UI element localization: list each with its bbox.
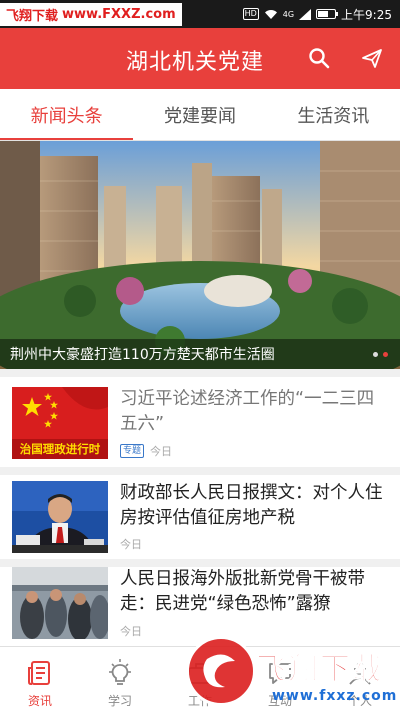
topic-badge: 专题 bbox=[120, 444, 145, 458]
banner-caption: 荆州中大豪盛打造110万方楚天都市生活圈 bbox=[10, 347, 275, 363]
news-title: 习近平论述经济工作的“一二三四五六” bbox=[120, 389, 375, 434]
watermark-url: www.FXXZ.com bbox=[62, 7, 176, 22]
watermark-logo-mark bbox=[186, 636, 256, 706]
banner-carousel[interactable]: 荆州中大豪盛打造110万方楚天都市生活圈 bbox=[0, 141, 400, 369]
news-thumbnail bbox=[12, 567, 108, 639]
news-time: 今日 bbox=[120, 625, 142, 638]
category-tabs: 新闻头条 党建要闻 生活资讯 bbox=[0, 89, 400, 141]
search-button[interactable] bbox=[305, 44, 333, 72]
network-label: 4G bbox=[282, 9, 295, 19]
share-button[interactable] bbox=[358, 44, 386, 72]
hd-icon: HD bbox=[242, 8, 259, 20]
news-title: 人民日报海外版批新党骨干被带走：民进党“绿色恐怖”露獠 bbox=[120, 569, 365, 614]
news-meta: 专题 今日 bbox=[120, 443, 172, 459]
news-icon bbox=[28, 661, 50, 685]
news-title: 财政部长人民日报撰文：对个人住房按评估值征房地产税 bbox=[120, 483, 383, 528]
battery-icon bbox=[316, 9, 339, 19]
signal-icon bbox=[299, 8, 312, 20]
watermark-logo: 飞翔下载 www.fxxz.com bbox=[186, 632, 400, 712]
thumbnail-label: 治国理政进行时 bbox=[19, 442, 101, 456]
nav-label: 资讯 bbox=[27, 694, 52, 708]
status-bar: 飞翔下载 www.FXXZ.com HD 4G 上午9:25 bbox=[0, 0, 400, 28]
news-meta: 今日 bbox=[120, 623, 142, 639]
nav-label: 学习 bbox=[107, 694, 132, 708]
news-time: 今日 bbox=[150, 445, 173, 458]
news-item[interactable]: 治国理政进行时 习近平论述经济工作的“一二三四五六” 专题 今日 bbox=[0, 377, 400, 467]
carousel-dots bbox=[373, 352, 388, 357]
carousel-dot-active[interactable] bbox=[383, 352, 388, 357]
tab-label: 党建要闻 bbox=[163, 106, 236, 127]
photo-thumbnail bbox=[12, 567, 108, 639]
app-title: 湖北机关党建 bbox=[126, 50, 265, 75]
nav-news[interactable]: 资讯 bbox=[0, 647, 80, 712]
divider bbox=[0, 559, 400, 567]
tab-news-headlines[interactable]: 新闻头条 bbox=[0, 89, 134, 141]
banner-caption-bar: 荆州中大豪盛打造110万方楚天都市生活圈 bbox=[0, 339, 400, 369]
tab-label: 新闻头条 bbox=[30, 106, 103, 127]
watermark-logo-text: 飞翔下载 bbox=[256, 652, 384, 688]
status-icons: HD 4G 上午9:25 bbox=[242, 0, 392, 28]
app-header: 湖北机关党建 bbox=[0, 28, 400, 89]
news-meta: 今日 bbox=[120, 536, 142, 552]
watermark-logo-url: www.fxxz.com bbox=[272, 688, 398, 704]
nav-study[interactable]: 学习 bbox=[80, 647, 160, 712]
tab-party-news[interactable]: 党建要闻 bbox=[133, 89, 266, 141]
news-thumbnail bbox=[12, 481, 108, 553]
banner-image bbox=[0, 141, 400, 369]
carousel-dot[interactable] bbox=[373, 352, 378, 357]
tab-life-info[interactable]: 生活资讯 bbox=[267, 89, 400, 141]
tab-label: 生活资讯 bbox=[297, 106, 370, 127]
news-item[interactable]: 财政部长人民日报撰文：对个人住房按评估值征房地产税 今日 bbox=[0, 475, 400, 559]
news-thumbnail: 治国理政进行时 bbox=[12, 387, 108, 459]
app-screen: 飞翔下载 www.FXXZ.com HD 4G 上午9:25 湖北机关党建 新闻… bbox=[0, 0, 400, 712]
watermark-badge: 飞翔下载 www.FXXZ.com bbox=[0, 3, 182, 26]
wifi-icon bbox=[264, 9, 277, 19]
clock: 上午9:25 bbox=[341, 7, 392, 22]
send-icon bbox=[362, 49, 382, 68]
news-time: 今日 bbox=[120, 538, 142, 551]
watermark-site: 飞翔下载 bbox=[6, 9, 59, 24]
divider bbox=[0, 369, 400, 377]
photo-thumbnail bbox=[12, 481, 108, 553]
bulb-icon bbox=[109, 659, 131, 685]
search-icon bbox=[309, 48, 330, 69]
divider bbox=[0, 467, 400, 475]
